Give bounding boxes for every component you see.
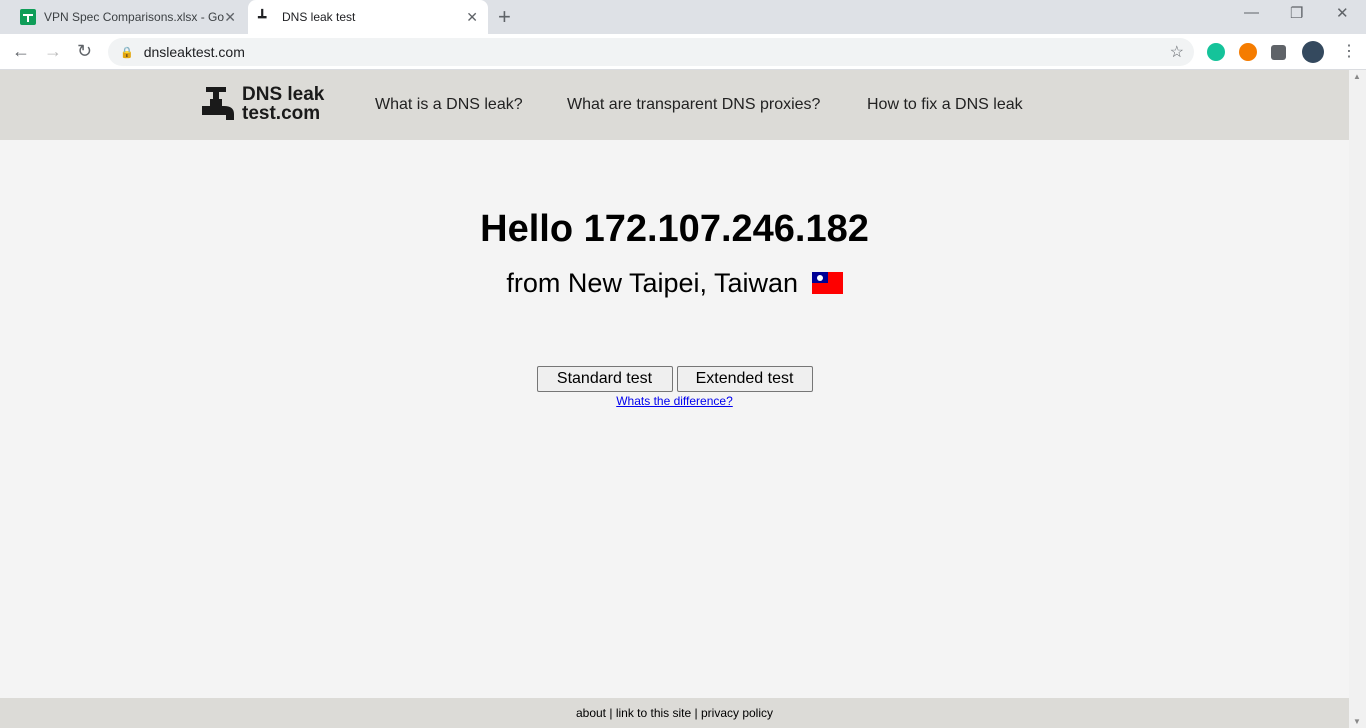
- tab-title: VPN Spec Comparisons.xlsx - Google Sheet…: [44, 10, 225, 24]
- faucet-logo-icon: [202, 87, 234, 120]
- taiwan-flag-icon: [811, 272, 843, 294]
- url-text: dnsleaktest.com: [143, 44, 245, 60]
- minimize-button[interactable]: —: [1244, 4, 1259, 21]
- tab-dns-leak-test[interactable]: ┻ DNS leak test ✕: [248, 0, 488, 34]
- reload-icon[interactable]: ↻: [77, 41, 92, 62]
- tab-title: DNS leak test: [282, 10, 356, 24]
- menu-kebab-icon[interactable]: ⋮: [1341, 41, 1357, 61]
- greeting-ip: Hello 172.107.246.182: [480, 208, 869, 250]
- site-logo[interactable]: DNS leak test.com: [200, 84, 324, 124]
- grammarly-icon[interactable]: [1207, 43, 1225, 61]
- footer-link-to-site[interactable]: link to this site: [616, 706, 691, 720]
- puzzle-icon[interactable]: [1271, 45, 1286, 60]
- menu-what-is-dns-leak[interactable]: What is a DNS leak?: [375, 96, 523, 114]
- close-tab-icon[interactable]: ✕: [466, 9, 478, 26]
- menu-fix-dns-leak[interactable]: How to fix a DNS leak: [867, 96, 1023, 114]
- location-text: from New Taipei, Taiwan: [506, 268, 799, 298]
- whats-the-difference-link[interactable]: Whats the difference?: [616, 394, 733, 408]
- logo-line-1: DNS leak: [242, 84, 325, 105]
- tab-strip: VPN Spec Comparisons.xlsx - Google Sheet…: [0, 0, 1366, 34]
- extended-test-button[interactable]: Extended test: [676, 366, 813, 392]
- lock-icon: 🔒: [120, 46, 134, 59]
- back-icon[interactable]: ←: [12, 41, 30, 62]
- location-line: from New Taipei, Taiwan: [0, 268, 1349, 299]
- standard-test-button[interactable]: Standard test: [536, 366, 673, 392]
- address-bar[interactable]: 🔒 dnsleaktest.com ☆: [108, 38, 1194, 66]
- bookmark-star-icon[interactable]: ☆: [1170, 42, 1184, 62]
- vertical-scrollbar[interactable]: ▲ ▼: [1349, 70, 1366, 728]
- restore-button[interactable]: ❐: [1290, 4, 1303, 22]
- tab-vpn-spec[interactable]: VPN Spec Comparisons.xlsx - Google Sheet…: [10, 0, 246, 34]
- footer-privacy-link[interactable]: privacy policy: [701, 706, 773, 720]
- forward-icon[interactable]: →: [44, 41, 62, 62]
- profile-avatar[interactable]: [1302, 41, 1324, 63]
- faucet-icon: ┻: [258, 9, 267, 25]
- site-header: DNS leak test.com What is a DNS leak? Wha…: [0, 70, 1349, 140]
- close-window-button[interactable]: ✕: [1336, 4, 1349, 22]
- logo-line-2: test.com: [242, 103, 321, 124]
- new-tab-button[interactable]: +: [498, 4, 511, 30]
- browser-toolbar: ← → ↻ 🔒 dnsleaktest.com ☆ ⋮: [0, 34, 1366, 70]
- fire-extension-icon[interactable]: [1239, 43, 1257, 61]
- site-footer: about | link to this site | privacy poli…: [0, 698, 1349, 728]
- menu-transparent-dns-proxies[interactable]: What are transparent DNS proxies?: [567, 96, 820, 114]
- close-tab-icon[interactable]: ✕: [224, 9, 236, 26]
- google-sheets-icon: [20, 9, 36, 25]
- footer-about-link[interactable]: about: [576, 706, 606, 720]
